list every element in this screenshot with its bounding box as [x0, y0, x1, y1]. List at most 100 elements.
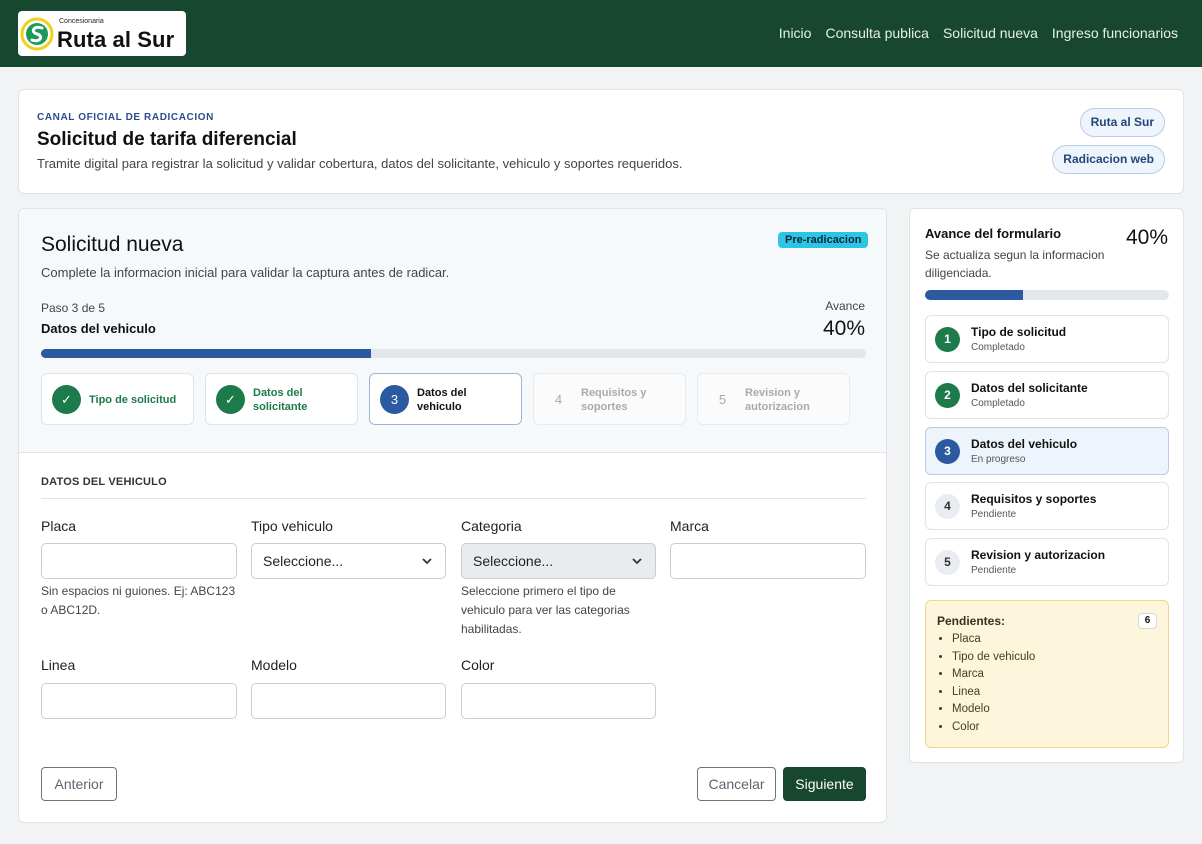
- pending-item: Placa: [952, 631, 1035, 649]
- sidebar-item-status: Pendiente: [971, 565, 1017, 576]
- sidebar-item-revision[interactable]: 5 Revision y autorizacion Pendiente: [925, 538, 1169, 586]
- step-number: 3: [935, 439, 960, 464]
- main-nav: Inicio Consulta publica Solicitud nueva …: [779, 25, 1178, 41]
- status-badge: Pre-radicacion: [778, 232, 869, 248]
- check-icon: ✓: [52, 385, 81, 414]
- categoria-help: Seleccione primero el tipo de vehiculo p…: [461, 584, 630, 636]
- categoria-label: Categoria: [461, 518, 522, 534]
- section-divider: [41, 498, 866, 499]
- brand-swirl-icon: [20, 17, 54, 51]
- linea-label: Linea: [41, 657, 76, 673]
- stepper-number: 3: [380, 385, 409, 414]
- stepper-number: 4: [554, 392, 563, 407]
- cancel-button[interactable]: Cancelar: [697, 767, 776, 801]
- form-progress-bar: [41, 349, 866, 358]
- step-counter: Paso 3 de 5: [41, 301, 106, 315]
- sidebar-item-title: Datos del vehiculo: [971, 437, 1078, 451]
- hero-card: CANAL OFICIAL DE RADICACION Solicitud de…: [18, 89, 1184, 194]
- form-title: Solicitud nueva: [41, 233, 184, 256]
- form-header: Solicitud nueva Pre-radicacion Complete …: [19, 209, 886, 453]
- pending-title: Pendientes:: [937, 614, 1006, 628]
- sidebar-progress-bar: [925, 290, 1169, 300]
- pending-item: Tipo de vehiculo: [952, 649, 1035, 667]
- progress-sidebar: Avance del formulario 40% Se actualiza s…: [909, 208, 1184, 763]
- form-progress-fill: [41, 349, 371, 358]
- form-subtitle: Complete la informacion inicial para val…: [41, 265, 450, 280]
- pending-item: Modelo: [952, 701, 1035, 719]
- placa-help: Sin espacios ni guiones. Ej: ABC123 o AB…: [41, 584, 236, 617]
- sidebar-progress-fill: [925, 290, 1023, 300]
- tipo-vehiculo-select[interactable]: Seleccione...: [251, 543, 446, 579]
- placa-label: Placa: [41, 518, 77, 534]
- stepper-item-datos-solicitante[interactable]: ✓ Datos del solicitante: [205, 373, 358, 425]
- sidebar-item-status: En progreso: [971, 454, 1026, 465]
- pending-item: Linea: [952, 684, 1035, 702]
- stepper-label: Requisitos y soportes: [581, 387, 647, 413]
- sidebar-item-status: Pendiente: [971, 509, 1017, 520]
- sidebar-item-title: Datos del solicitante: [971, 381, 1088, 395]
- top-navbar: Concesionaria Ruta al Sur Inicio Consult…: [0, 0, 1202, 67]
- stepper-label: Datos del vehiculo: [417, 387, 467, 413]
- pending-count-badge: 6: [1138, 613, 1157, 629]
- sidebar-item-datos-solicitante[interactable]: 2 Datos del solicitante Completado: [925, 371, 1169, 419]
- avance-label: Avance: [825, 299, 865, 313]
- hero-description: Tramite digital para registrar la solici…: [37, 156, 683, 171]
- categoria-value: Seleccione...: [473, 553, 554, 569]
- anterior-button[interactable]: Anterior: [41, 767, 117, 801]
- marca-input[interactable]: [670, 543, 866, 579]
- stepper-item-datos-vehiculo[interactable]: 3 Datos del vehiculo: [369, 373, 522, 425]
- color-input[interactable]: [461, 683, 656, 719]
- pill-radicacion-web: Radicacion web: [1052, 145, 1165, 174]
- step-number: 1: [935, 327, 960, 352]
- pending-item: Color: [952, 719, 1035, 737]
- chevron-down-icon: [422, 558, 432, 565]
- pill-ruta-al-sur: Ruta al Sur: [1079, 108, 1165, 137]
- stepper-label: Datos del solicitante: [253, 387, 308, 413]
- form-card: Solicitud nueva Pre-radicacion Complete …: [18, 208, 887, 823]
- step-title: Datos del vehiculo: [41, 321, 156, 336]
- brand-small-text: Concesionaria: [59, 18, 104, 25]
- sidebar-item-title: Revision y autorizacion: [971, 548, 1106, 562]
- stepper-item-requisitos: 4 Requisitos y soportes: [533, 373, 686, 425]
- linea-input[interactable]: [41, 683, 237, 719]
- stepper-label: Tipo de solicitud: [89, 394, 177, 406]
- section-title: DATOS DEL VEHICULO: [41, 476, 167, 488]
- chevron-down-icon: [632, 558, 642, 565]
- sidebar-item-status: Completado: [971, 398, 1025, 409]
- modelo-input[interactable]: [251, 683, 446, 719]
- sidebar-title: Avance del formulario: [925, 226, 1062, 241]
- pending-list-box: Pendientes: 6 Placa Tipo de vehiculo Mar…: [925, 600, 1169, 748]
- next-button[interactable]: Siguiente: [783, 767, 866, 801]
- avance-value: 40%: [822, 317, 865, 340]
- brand-logo[interactable]: Concesionaria Ruta al Sur: [18, 11, 186, 56]
- stepper-label: Revision y autorizacion: [745, 387, 810, 413]
- step-number: 2: [935, 383, 960, 408]
- pending-list: Placa Tipo de vehiculo Marca Linea Model…: [952, 631, 1035, 737]
- tipo-vehiculo-value: Seleccione...: [263, 553, 344, 569]
- sidebar-item-datos-vehiculo[interactable]: 3 Datos del vehiculo En progreso: [925, 427, 1169, 475]
- sidebar-percent: 40%: [1125, 226, 1168, 249]
- modelo-label: Modelo: [251, 657, 297, 673]
- nav-ingreso-funcionarios[interactable]: Ingreso funcionarios: [1052, 25, 1178, 41]
- placa-input[interactable]: [41, 543, 237, 579]
- nav-solicitud-nueva[interactable]: Solicitud nueva: [943, 25, 1038, 41]
- page-title: Solicitud de tarifa diferencial: [37, 129, 297, 150]
- check-icon: ✓: [216, 385, 245, 414]
- sidebar-item-tipo-solicitud[interactable]: 1 Tipo de solicitud Completado: [925, 315, 1169, 363]
- sidebar-description: Se actualiza segun la informacion dilige…: [925, 248, 1105, 280]
- brand-name: Ruta al Sur: [57, 27, 175, 52]
- color-label: Color: [461, 657, 495, 673]
- tipo-vehiculo-label: Tipo vehiculo: [251, 518, 333, 534]
- sidebar-item-title: Requisitos y soportes: [971, 492, 1097, 506]
- stepper-item-revision: 5 Revision y autorizacion: [697, 373, 850, 425]
- categoria-select[interactable]: Seleccione...: [461, 543, 656, 579]
- sidebar-item-requisitos[interactable]: 4 Requisitos y soportes Pendiente: [925, 482, 1169, 530]
- step-number: 4: [935, 494, 960, 519]
- nav-inicio[interactable]: Inicio: [779, 25, 812, 41]
- nav-consulta-publica[interactable]: Consulta publica: [825, 25, 929, 41]
- sidebar-item-status: Completado: [971, 342, 1025, 353]
- sidebar-item-title: Tipo de solicitud: [971, 325, 1067, 339]
- pending-item: Marca: [952, 666, 1035, 684]
- hero-eyebrow: CANAL OFICIAL DE RADICACION: [37, 112, 214, 123]
- stepper-item-tipo-solicitud[interactable]: ✓ Tipo de solicitud: [41, 373, 194, 425]
